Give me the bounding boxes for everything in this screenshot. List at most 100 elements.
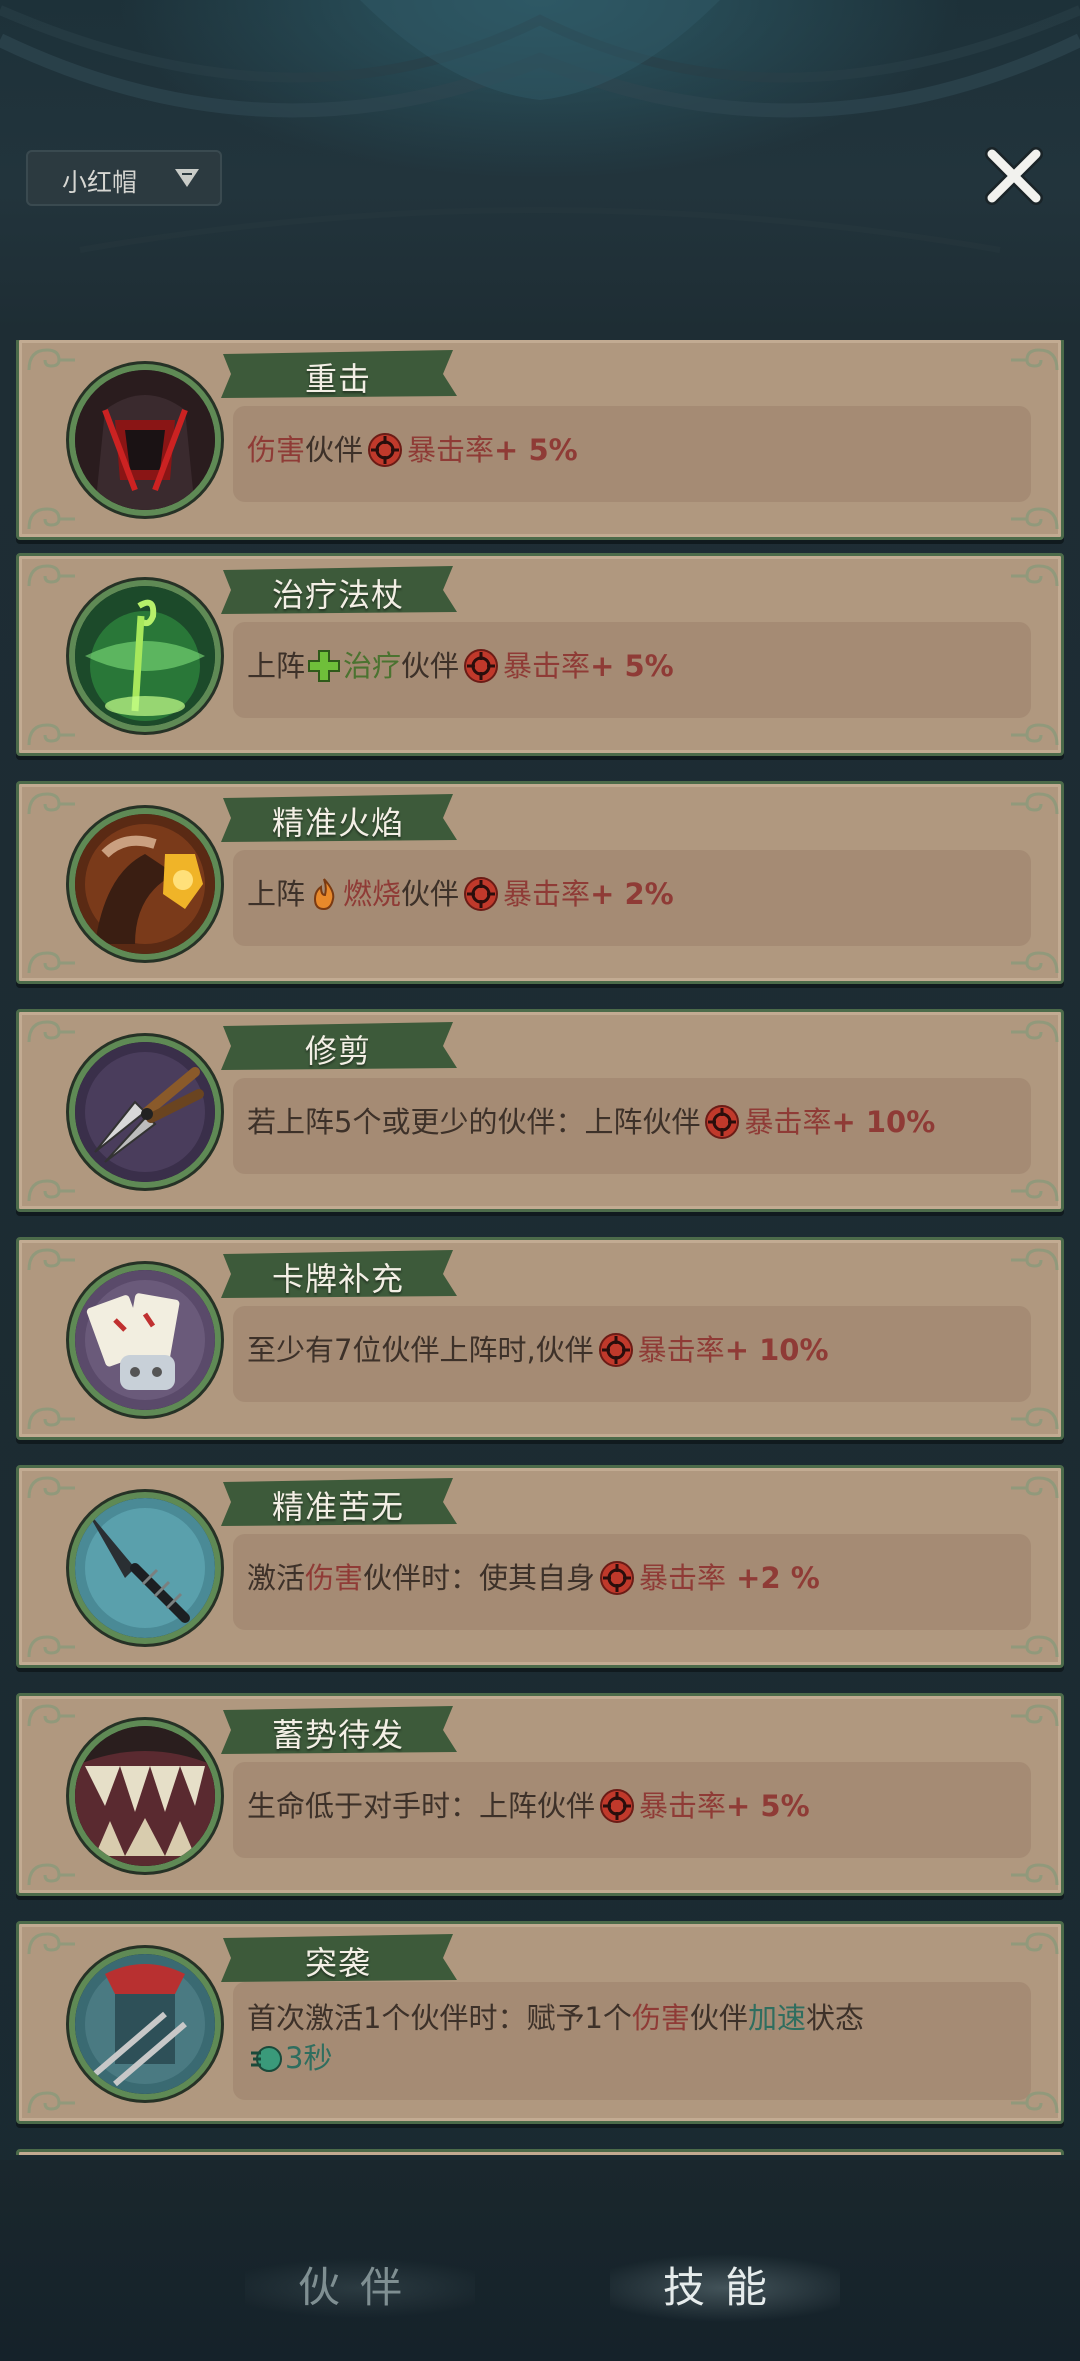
fanged-mouth-icon: [75, 1726, 215, 1866]
tab-skill[interactable]: 技能: [610, 2248, 840, 2328]
keyword-burn: 燃烧: [343, 877, 402, 911]
corner-ornament: [1011, 1407, 1059, 1430]
tab-partner[interactable]: 伙伴: [245, 2248, 475, 2328]
skill-title: 卡牌补充: [271, 1260, 404, 1298]
skill-card[interactable]: 重击 伤害伙伴 暴击率+ 5%: [16, 340, 1064, 540]
skill-title: 治疗法杖: [271, 576, 404, 614]
desc-text: 伙伴: [401, 877, 460, 911]
playing-cards-icon: [75, 1270, 215, 1410]
corner-ornament: [27, 348, 75, 371]
skill-card[interactable]: 卡牌补充 至少有7位伙伴上阵时,伙伴 暴击率+ 10%: [16, 1237, 1064, 1440]
corner-ornament: [1011, 951, 1059, 974]
corner-ornament: [1011, 1863, 1059, 1886]
corner-ornament: [1011, 2091, 1059, 2114]
skill-card[interactable]: 治疗法杖 上阵 治疗伙伴 暴击率+ 5%: [16, 553, 1064, 756]
skill-title-banner: 精准苦无: [217, 1476, 459, 1528]
corner-ornament: [27, 1863, 75, 1886]
stat-value: + 10%: [831, 1105, 936, 1139]
haste-duration: 3秒: [285, 2041, 333, 2075]
close-icon[interactable]: [982, 144, 1046, 208]
dark-armor-icon: [75, 370, 215, 510]
crit-icon: [600, 1561, 635, 1595]
skill-title-banner: 重击: [217, 348, 459, 400]
keyword-crit: 暴击率: [744, 1105, 832, 1139]
corner-ornament: [27, 792, 75, 815]
keyword-crit: 暴击率: [503, 877, 591, 911]
skill-desc: 若上阵5个或更少的伙伴：上阵伙伴 暴击率+ 10%: [247, 1102, 1027, 1142]
heal-cross-icon: [308, 650, 341, 682]
skill-title: 重击: [304, 360, 371, 398]
skill-desc: 上阵 治疗伙伴 暴击率+ 5%: [247, 646, 1027, 686]
keyword-damage: 伤害: [305, 1561, 364, 1595]
keyword-crit: 暴击率: [407, 433, 495, 467]
corner-ornament: [27, 1704, 75, 1727]
skill-title: 修剪: [304, 1032, 371, 1070]
corner-ornament: [1011, 1635, 1059, 1658]
corner-ornament: [27, 2091, 75, 2114]
corner-ornament: [1011, 564, 1059, 587]
keyword-heal: 治疗: [343, 649, 402, 683]
keyword-crit: 暴击率: [639, 1561, 727, 1595]
skill-list[interactable]: 重击 伤害伙伴 暴击率+ 5% 治疗法杖 上阵 治疗伙伴 暴击率+ 5% 精准火…: [0, 340, 1080, 2155]
skill-card[interactable]: [16, 2149, 1064, 2155]
ambush-creature-icon: [75, 1954, 215, 2094]
character-select-label: 小红帽: [62, 168, 138, 197]
desc-text: 若上阵5个或更少的伙伴：上阵伙伴: [247, 1105, 701, 1139]
skill-title-banner: 卡牌补充: [217, 1248, 459, 1300]
skill-card[interactable]: 精准火焰 上阵 燃烧伙伴 暴击率+ 2%: [16, 781, 1064, 984]
keyword-crit: 暴击率: [637, 1333, 725, 1367]
skill-desc: 伤害伙伴 暴击率+ 5%: [247, 430, 1027, 470]
skill-title: 蓄势待发: [271, 1716, 404, 1754]
desc-text: 伙伴时：使其自身: [363, 1561, 596, 1595]
desc-text: 伙伴: [305, 433, 364, 467]
crit-icon: [464, 877, 499, 911]
keyword-damage: 伤害: [247, 433, 306, 467]
fire-icon: [314, 878, 335, 911]
keyword-crit: 暴击率: [503, 649, 591, 683]
desc-text: 生命低于对手时：上阵伙伴: [247, 1789, 596, 1823]
skill-title-banner: 修剪: [217, 1020, 459, 1072]
corner-ornament: [1011, 348, 1059, 371]
corner-ornament: [27, 1179, 75, 1202]
skill-title: 精准火焰: [271, 804, 404, 842]
corner-ornament: [1011, 1476, 1059, 1499]
desc-text: 首次激活1个伙伴时：赋予1个: [247, 2001, 632, 2035]
corner-ornament: [27, 1248, 75, 1271]
corner-ornament: [27, 564, 75, 587]
stat-value: + 2%: [590, 877, 674, 911]
desc-text: 激活: [247, 1561, 306, 1595]
keyword-haste: 加速: [747, 2001, 806, 2035]
corner-ornament: [27, 1635, 75, 1658]
skill-card[interactable]: 精准苦无 激活伤害伙伴时：使其自身 暴击率 +2 %: [16, 1465, 1064, 1668]
stat-value: + 10%: [724, 1333, 829, 1367]
skill-card[interactable]: 蓄势待发 生命低于对手时：上阵伙伴 暴击率+ 5%: [16, 1693, 1064, 1896]
desc-text: 至少有7位伙伴上阵时,伙伴: [247, 1333, 594, 1367]
crit-icon: [464, 649, 499, 683]
corner-ornament: [1011, 1179, 1059, 1202]
kunai-icon: [75, 1498, 215, 1638]
corner-ornament: [1011, 1020, 1059, 1043]
green-staff-icon: [75, 586, 215, 726]
skill-desc: 激活伤害伙伴时：使其自身 暴击率 +2 %: [247, 1558, 1027, 1598]
skill-card[interactable]: 突袭 首次激活1个伙伴时：赋予1个伤害伙伴加速状态 3秒: [16, 1921, 1064, 2124]
stat-value: +2 %: [726, 1561, 820, 1595]
skill-card[interactable]: 修剪 若上阵5个或更少的伙伴：上阵伙伴 暴击率+ 10%: [16, 1009, 1064, 1212]
corner-ornament: [1011, 1248, 1059, 1271]
skill-desc: 生命低于对手时：上阵伙伴 暴击率+ 5%: [247, 1786, 1027, 1826]
character-select-dropdown[interactable]: 小红帽: [26, 150, 222, 206]
desc-text: 状态: [805, 2001, 864, 2035]
stat-value: + 5%: [494, 433, 578, 467]
skill-title-banner: 突袭: [217, 1932, 459, 1984]
crit-icon: [600, 1789, 635, 1823]
haste-icon: [251, 2046, 282, 2072]
corner-ornament: [27, 507, 75, 530]
stat-value: + 5%: [726, 1789, 810, 1823]
corner-ornament: [1011, 507, 1059, 530]
desc-text: 上阵: [247, 649, 306, 683]
corner-ornament: [27, 723, 75, 746]
corner-ornament: [27, 1020, 75, 1043]
crit-icon: [368, 433, 403, 467]
skill-desc: 至少有7位伙伴上阵时,伙伴 暴击率+ 10%: [247, 1330, 1027, 1370]
skill-title-banner: 治疗法杖: [217, 564, 459, 616]
corner-ornament: [1011, 1932, 1059, 1955]
